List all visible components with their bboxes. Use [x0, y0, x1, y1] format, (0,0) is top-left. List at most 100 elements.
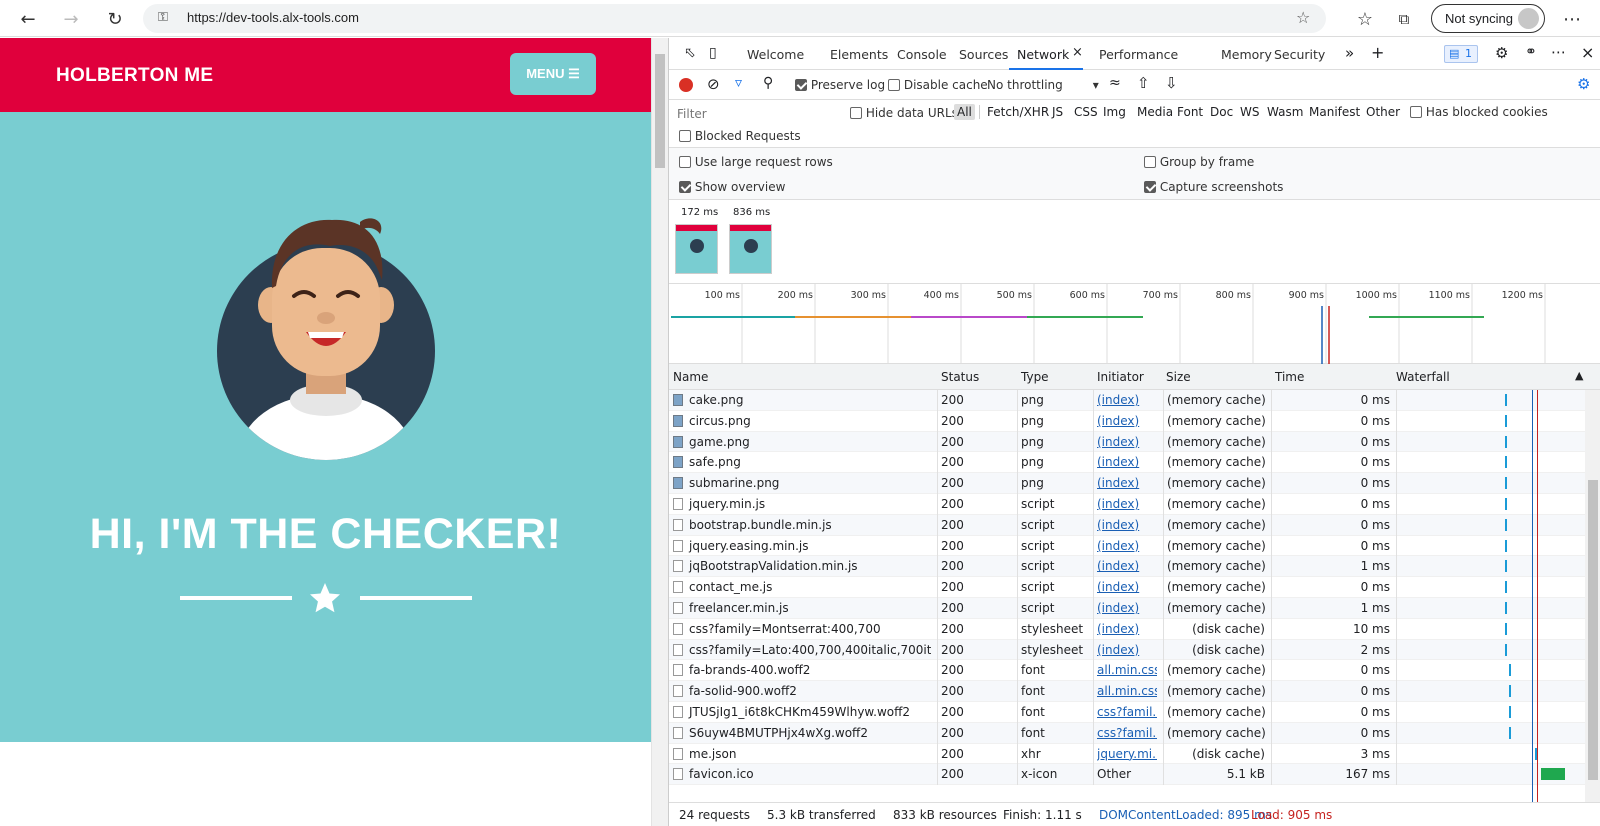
blocked-cookies-check[interactable] [1410, 106, 1422, 118]
table-row[interactable]: bootstrap.bundle.min.js 200 script (index) (… [669, 514, 1585, 536]
filter-icon[interactable]: ▿ [735, 75, 742, 91]
filter-type-font[interactable]: Font [1177, 105, 1203, 119]
hide-data-urls-check[interactable] [850, 107, 862, 119]
cell-initiator[interactable]: (index) [1097, 497, 1157, 511]
show-overview-check[interactable] [679, 181, 691, 193]
table-row[interactable]: submarine.png 200 png (index) (memory cache)… [669, 473, 1585, 494]
filter-type-ws[interactable]: WS [1240, 105, 1259, 119]
menu-button[interactable]: MENU ☰ [510, 53, 596, 95]
cell-initiator[interactable]: (index) [1097, 455, 1157, 469]
filter-type-css[interactable]: CSS [1074, 105, 1098, 119]
tab-network[interactable]: Network × [1009, 38, 1083, 70]
group-by-frame-checkbox[interactable]: Group by frame [1144, 155, 1254, 169]
table-row[interactable]: game.png 200 png (index) (memory cache) 0 ms [669, 431, 1585, 453]
show-overview-checkbox[interactable]: Show overview [679, 180, 785, 194]
network-conditions-icon[interactable]: ≈ [1109, 75, 1121, 91]
table-row[interactable]: me.json 200 xhr jquery.mi... (disk cache) 3 m… [669, 743, 1585, 765]
filter-type-all[interactable]: All [954, 104, 975, 120]
disable-cache-checkbox[interactable]: Disable cache [888, 78, 988, 92]
filter-type-media[interactable]: Media [1137, 105, 1173, 119]
table-row[interactable]: jqBootstrapValidation.min.js 200 script (in… [669, 556, 1585, 578]
blocked-cookies-checkbox[interactable]: Has blocked cookies [1410, 105, 1548, 119]
collections-icon[interactable]: ⧉ [1391, 6, 1417, 32]
close-devtools-icon[interactable]: × [1581, 43, 1594, 62]
more-options-icon[interactable]: ⋯ [1551, 43, 1566, 61]
column-type[interactable]: Type [1021, 370, 1049, 384]
issues-badge[interactable]: ▤ 1 [1444, 45, 1478, 63]
cell-initiator[interactable]: (index) [1097, 559, 1157, 573]
clear-icon[interactable]: ⊘ [707, 75, 720, 93]
filter-type-img[interactable]: Img [1103, 105, 1126, 119]
device-toolbar-icon[interactable]: ▯ [709, 45, 717, 61]
filter-type-js[interactable]: JS [1052, 105, 1063, 119]
add-favorite-icon[interactable]: ☆ [1296, 8, 1310, 27]
screenshot-thumbnail[interactable] [675, 224, 718, 274]
site-brand[interactable]: HOLBERTON ME [56, 65, 213, 87]
hide-data-urls-checkbox[interactable]: Hide data URLs [850, 106, 958, 120]
url-text[interactable]: https://dev-tools.alx-tools.com [187, 10, 359, 25]
lock-icon[interactable]: ⚿ [158, 10, 168, 25]
capture-screenshots-checkbox[interactable]: Capture screenshots [1144, 180, 1283, 194]
table-row[interactable]: contact_me.js 200 script (index) (memory cac… [669, 577, 1585, 598]
tab-sources[interactable]: Sources [959, 47, 1008, 62]
filter-type-other[interactable]: Other [1366, 105, 1400, 119]
cell-initiator[interactable]: (index) [1097, 601, 1157, 615]
table-row[interactable]: jquery.min.js 200 script (index) (memory cac… [669, 494, 1585, 515]
blocked-requests-check[interactable] [679, 130, 691, 142]
tab-console[interactable]: Console [897, 47, 947, 62]
filter-input[interactable] [673, 104, 833, 124]
close-icon[interactable]: × [1072, 45, 1083, 60]
tab-welcome[interactable]: Welcome [747, 47, 804, 62]
overview-timeline[interactable]: 100 ms 200 ms 300 ms 400 ms 500 ms 600 ms 700 … [669, 284, 1600, 364]
cell-initiator[interactable]: (index) [1097, 580, 1157, 594]
export-har-icon[interactable]: ⇩ [1165, 74, 1178, 92]
table-scrollbar[interactable] [1585, 390, 1600, 802]
table-row[interactable]: cake.png 200 png (index) (memory cache) 0 ms [669, 390, 1585, 411]
table-row[interactable]: freelancer.min.js 200 script (index) (memory… [669, 598, 1585, 619]
filter-type-manifest[interactable]: Manifest [1309, 105, 1360, 119]
add-tab-icon[interactable]: + [1371, 43, 1384, 62]
table-row[interactable]: fa-brands-400.woff2 200 font all.min.css (me… [669, 660, 1585, 682]
preserve-log-checkbox[interactable]: Preserve log [795, 78, 885, 92]
cell-initiator[interactable]: (index) [1097, 414, 1157, 428]
record-icon[interactable] [679, 78, 693, 92]
network-settings-gear-icon[interactable]: ⚙ [1577, 75, 1590, 93]
large-rows-check[interactable] [679, 156, 691, 168]
table-scrollbar-thumb[interactable] [1588, 480, 1598, 780]
large-rows-checkbox[interactable]: Use large request rows [679, 155, 833, 169]
table-row[interactable]: JTUSjIg1_i6t8kCHKm459Wlhyw.woff2 200 font c… [669, 702, 1585, 723]
cell-initiator[interactable]: (index) [1097, 518, 1157, 532]
tab-elements[interactable]: Elements [830, 47, 888, 62]
back-icon[interactable]: ← [15, 6, 41, 32]
tab-performance[interactable]: Performance [1099, 47, 1178, 62]
inspect-icon[interactable]: ⬁ [684, 45, 696, 61]
table-row[interactable]: jquery.easing.min.js 200 script (index) (mem… [669, 535, 1585, 557]
disable-cache-check[interactable] [888, 79, 900, 91]
tab-security[interactable]: Security [1274, 47, 1325, 62]
profile-button[interactable]: Not syncing [1431, 4, 1545, 33]
page-scrollbar[interactable] [651, 38, 668, 826]
column-initiator[interactable]: Initiator [1097, 370, 1144, 384]
column-time[interactable]: Time [1275, 370, 1304, 384]
forward-icon[interactable]: → [58, 6, 84, 32]
sort-up-icon[interactable]: ▲ [1575, 369, 1583, 382]
table-row[interactable]: safe.png 200 png (index) (memory cache) 0 ms [669, 452, 1585, 474]
filter-type-wasm[interactable]: Wasm [1267, 105, 1303, 119]
cell-initiator[interactable]: jquery.mi... [1097, 747, 1157, 761]
cell-initiator[interactable]: css?famil... [1097, 726, 1157, 740]
table-row[interactable]: css?family=Montserrat:400,700 200 styleshe… [669, 618, 1585, 640]
preserve-log-check[interactable] [795, 79, 807, 91]
column-waterfall[interactable]: Waterfall [1396, 370, 1450, 384]
table-row[interactable]: css?family=Lato:400,700,400italic,700ita… [669, 639, 1585, 661]
column-name[interactable]: Name [673, 370, 708, 384]
cell-initiator[interactable]: all.min.css [1097, 684, 1157, 698]
capture-screenshots-check[interactable] [1144, 181, 1156, 193]
column-status[interactable]: Status [941, 370, 979, 384]
search-icon[interactable]: ⚲ [763, 75, 773, 91]
cell-initiator[interactable]: (index) [1097, 539, 1157, 553]
cell-initiator[interactable]: all.min.css [1097, 663, 1157, 677]
tab-memory[interactable]: Memory [1221, 47, 1272, 62]
favorites-icon[interactable]: ☆ [1352, 6, 1378, 32]
filter-type-doc[interactable]: Doc [1210, 105, 1233, 119]
cell-initiator[interactable]: (index) [1097, 622, 1157, 636]
